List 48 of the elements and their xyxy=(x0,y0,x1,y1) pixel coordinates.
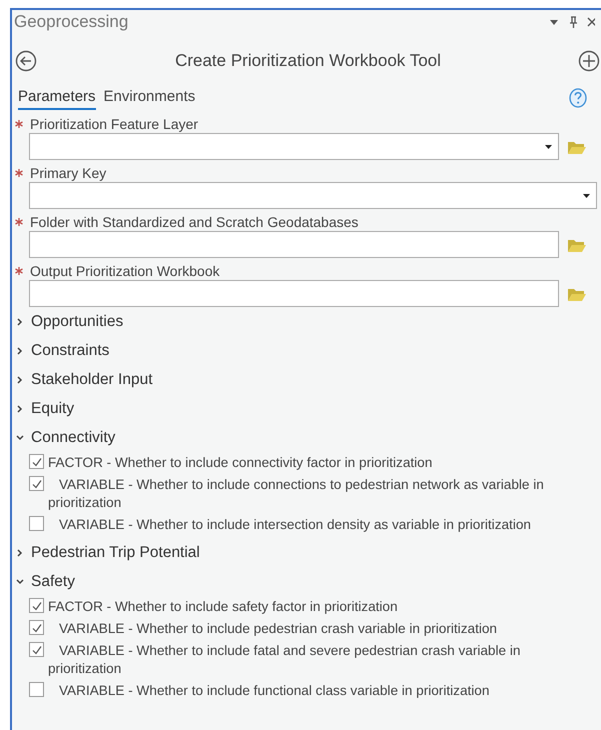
input-field[interactable] xyxy=(29,182,597,209)
help-icon[interactable] xyxy=(569,88,587,108)
caret-icon[interactable] xyxy=(583,194,590,198)
chevron-right-icon[interactable] xyxy=(16,376,24,384)
checkbox[interactable] xyxy=(29,682,44,697)
pin-icon[interactable] xyxy=(568,16,578,28)
group-header[interactable]: Constraints xyxy=(31,342,110,360)
option-label: VARIABLE - Whether to include connections to pedestrian network as variable in prioritization xyxy=(48,476,545,512)
checkbox[interactable] xyxy=(29,598,44,613)
input-field[interactable] xyxy=(29,231,559,258)
input-field[interactable] xyxy=(29,133,559,160)
group-header[interactable]: Pedestrian Trip Potential xyxy=(31,544,200,562)
chevron-down-icon[interactable] xyxy=(16,578,24,586)
checkbox[interactable] xyxy=(29,620,44,635)
field-label: Prioritization Feature Layer xyxy=(30,116,198,132)
option-label: VARIABLE - Whether to include pedestrian crash variable in prioritization xyxy=(58,620,498,638)
group-header[interactable]: Connectivity xyxy=(31,428,116,446)
dropdown-icon[interactable] xyxy=(549,17,559,27)
checkbox[interactable] xyxy=(29,642,44,657)
checkbox[interactable] xyxy=(29,516,44,531)
window-title: Geoprocessing xyxy=(14,12,130,32)
checkbox[interactable] xyxy=(29,454,44,469)
tool-title: Create Prioritization Workbook Tool xyxy=(174,51,442,71)
chevron-down-icon[interactable] xyxy=(16,434,24,442)
chevron-right-icon[interactable] xyxy=(16,318,24,326)
close-icon[interactable] xyxy=(587,17,595,27)
option-label: VARIABLE - Whether to include fatal and severe pedestrian crash variable in prioritization xyxy=(48,642,522,678)
back-icon[interactable] xyxy=(15,50,37,72)
checkbox[interactable] xyxy=(29,476,44,491)
caret-icon[interactable] xyxy=(545,145,552,149)
add-icon[interactable] xyxy=(578,50,600,72)
field-label: Output Prioritization Workbook xyxy=(30,263,220,279)
field-label: Folder with Standardized and Scratch Geodatabases xyxy=(30,214,358,230)
option-label: FACTOR - Whether to include connectivity factor in prioritization xyxy=(48,454,434,472)
option-label: VARIABLE - Whether to include functional class variable in prioritization xyxy=(58,682,490,700)
option-label: VARIABLE - Whether to include intersection density as variable in prioritization xyxy=(58,516,532,534)
group-header[interactable]: Stakeholder Input xyxy=(31,370,153,388)
tab[interactable]: Environments xyxy=(104,86,196,110)
option-label: FACTOR - Whether to include safety factor in prioritization xyxy=(48,598,399,616)
group-header[interactable]: Opportunities xyxy=(31,312,124,330)
input-field[interactable] xyxy=(29,280,559,307)
chevron-right-icon[interactable] xyxy=(16,404,24,412)
group-header[interactable]: Equity xyxy=(31,400,74,418)
chevron-right-icon[interactable] xyxy=(16,548,24,556)
group-header[interactable]: Safety xyxy=(31,572,75,590)
tab[interactable]: Parameters xyxy=(18,86,96,110)
chevron-right-icon[interactable] xyxy=(16,346,24,354)
field-label: Primary Key xyxy=(30,165,106,181)
